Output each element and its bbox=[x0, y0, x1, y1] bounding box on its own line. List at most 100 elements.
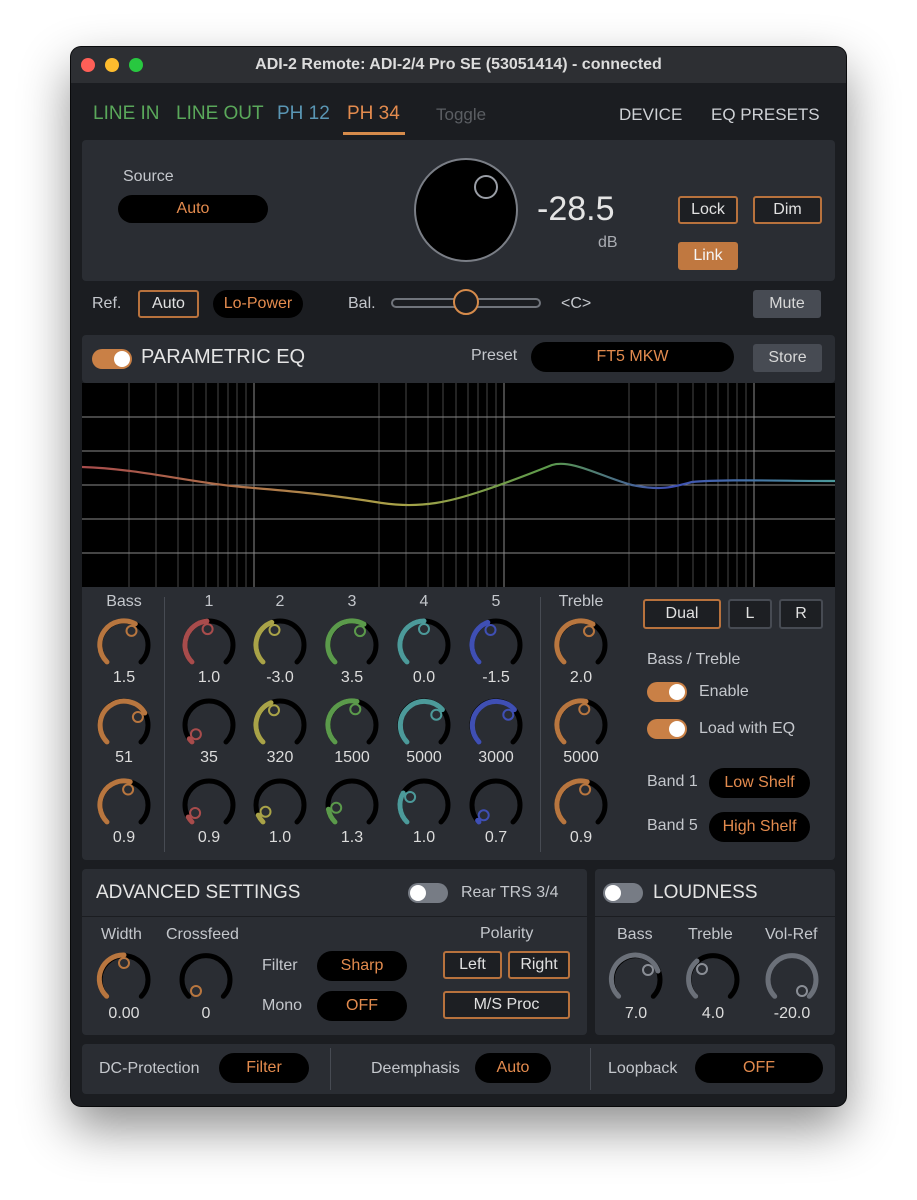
band1-gain-knob[interactable] bbox=[179, 615, 239, 675]
treble-gain-knob[interactable] bbox=[551, 615, 611, 675]
tab-eq-presets[interactable]: EQ PRESETS bbox=[711, 105, 820, 125]
band2-freq-knob[interactable] bbox=[250, 695, 310, 755]
balance-slider-thumb[interactable] bbox=[453, 289, 479, 315]
dim-button[interactable]: Dim bbox=[753, 196, 822, 224]
loudness-treble-knob[interactable] bbox=[683, 949, 743, 1009]
tab-line-in[interactable]: LINE IN bbox=[93, 103, 160, 125]
mute-button[interactable]: Mute bbox=[753, 290, 821, 318]
volume-unit: dB bbox=[598, 234, 618, 251]
rear-trs-label: Rear TRS 3/4 bbox=[461, 884, 559, 901]
bottom-settings-bar: DC-Protection Filter Deemphasis Auto Loo… bbox=[82, 1044, 835, 1094]
band4-q-knob[interactable] bbox=[394, 775, 454, 835]
advanced-divider bbox=[82, 916, 587, 917]
polarity-label: Polarity bbox=[480, 925, 534, 942]
dc-protection-select[interactable]: Filter bbox=[219, 1053, 309, 1083]
dc-protection-label: DC-Protection bbox=[99, 1060, 200, 1077]
loopback-select[interactable]: OFF bbox=[695, 1053, 823, 1083]
crossfeed-knob[interactable] bbox=[176, 949, 236, 1009]
treble-q-knob[interactable] bbox=[551, 775, 611, 835]
bottom-separator-2 bbox=[590, 1048, 591, 1090]
tab-ph34[interactable]: PH 34 bbox=[347, 103, 400, 125]
tab-ph12[interactable]: PH 12 bbox=[277, 103, 330, 125]
enable-label: Enable bbox=[699, 683, 749, 700]
band5-gain-knob[interactable] bbox=[466, 615, 526, 675]
width-label: Width bbox=[101, 926, 142, 943]
window-title: ADI-2 Remote: ADI-2/4 Pro SE (53051414) … bbox=[255, 56, 662, 73]
band5-freq-value: 3000 bbox=[478, 749, 514, 766]
eq-bands-panel: Dual L R Bass / Treble Enable Load with … bbox=[82, 587, 835, 860]
band4-gain-value: 0.0 bbox=[412, 669, 436, 686]
filter-select[interactable]: Sharp bbox=[317, 951, 407, 981]
treble-freq-knob[interactable] bbox=[551, 695, 611, 755]
ms-proc-button[interactable]: M/S Proc bbox=[443, 991, 570, 1019]
band2-q-knob[interactable] bbox=[250, 775, 310, 835]
link-button[interactable]: Link bbox=[678, 242, 738, 270]
ref-label: Ref. bbox=[92, 295, 122, 312]
width-value: 0.00 bbox=[108, 1005, 140, 1022]
band5-q-knob[interactable] bbox=[466, 775, 526, 835]
bass-freq-value: 51 bbox=[115, 749, 133, 766]
ref-auto-button[interactable]: Auto bbox=[138, 290, 199, 318]
load-with-eq-toggle[interactable] bbox=[647, 719, 687, 739]
width-knob[interactable] bbox=[94, 949, 154, 1009]
balance-value: <C> bbox=[561, 295, 592, 312]
loudness-bass-knob[interactable] bbox=[606, 949, 666, 1009]
band5-type-select[interactable]: High Shelf bbox=[709, 812, 810, 842]
lo-power-button[interactable]: Lo-Power bbox=[213, 290, 303, 318]
band1-q-knob[interactable] bbox=[179, 775, 239, 835]
bands-separator-right bbox=[540, 597, 541, 852]
band3-gain-knob[interactable] bbox=[322, 615, 382, 675]
tab-device[interactable]: DEVICE bbox=[619, 105, 682, 125]
right-channel-button[interactable]: R bbox=[779, 599, 823, 629]
mono-select[interactable]: OFF bbox=[317, 991, 407, 1021]
band-header-4: 4 bbox=[419, 593, 429, 610]
rear-trs-toggle[interactable] bbox=[408, 883, 448, 903]
band-header-bass: Bass bbox=[106, 593, 142, 610]
peq-enable-toggle[interactable] bbox=[92, 349, 132, 369]
band4-freq-knob[interactable] bbox=[394, 695, 454, 755]
crossfeed-label: Crossfeed bbox=[166, 926, 239, 943]
bass-freq-knob[interactable] bbox=[94, 695, 154, 755]
dual-button[interactable]: Dual bbox=[643, 599, 721, 629]
loudness-treble-label: Treble bbox=[688, 926, 733, 943]
tab-toggle[interactable]: Toggle bbox=[436, 105, 486, 125]
band3-q-knob[interactable] bbox=[322, 775, 382, 835]
tab-line-out[interactable]: LINE OUT bbox=[176, 103, 264, 125]
volume-value: -28.5 bbox=[537, 190, 615, 228]
loudness-divider bbox=[595, 916, 835, 917]
eq-response-graph bbox=[82, 383, 835, 587]
deemphasis-select[interactable]: Auto bbox=[475, 1053, 551, 1083]
treble-gain-value: 2.0 bbox=[569, 669, 593, 686]
band-header-2: 2 bbox=[275, 593, 285, 610]
balance-slider[interactable] bbox=[391, 289, 541, 315]
volume-knob[interactable] bbox=[413, 157, 519, 263]
band3-freq-knob[interactable] bbox=[322, 695, 382, 755]
band3-gain-value: 3.5 bbox=[340, 669, 364, 686]
band5-freq-knob[interactable] bbox=[466, 695, 526, 755]
bass-gain-value: 1.5 bbox=[112, 669, 136, 686]
band4-gain-knob[interactable] bbox=[394, 615, 454, 675]
bass-treble-enable-toggle[interactable] bbox=[647, 682, 687, 702]
loudness-bass-value: 7.0 bbox=[624, 1005, 648, 1022]
left-channel-button[interactable]: L bbox=[728, 599, 772, 629]
polarity-right-button[interactable]: Right bbox=[508, 951, 570, 979]
vol-ref-value: -20.0 bbox=[773, 1005, 811, 1022]
store-button[interactable]: Store bbox=[753, 344, 822, 372]
lock-button[interactable]: Lock bbox=[678, 196, 738, 224]
band2-gain-knob[interactable] bbox=[250, 615, 310, 675]
bass-gain-knob[interactable] bbox=[94, 615, 154, 675]
band1-freq-knob[interactable] bbox=[179, 695, 239, 755]
app-window: ADI-2 Remote: ADI-2/4 Pro SE (53051414) … bbox=[71, 47, 846, 1106]
source-select[interactable]: Auto bbox=[118, 195, 268, 223]
filter-label: Filter bbox=[262, 957, 298, 974]
band1-type-select[interactable]: Low Shelf bbox=[709, 768, 810, 798]
bass-q-knob[interactable] bbox=[94, 775, 154, 835]
treble-q-value: 0.9 bbox=[569, 829, 593, 846]
bottom-separator-1 bbox=[330, 1048, 331, 1090]
band3-q-value: 1.3 bbox=[340, 829, 364, 846]
loudness-toggle[interactable] bbox=[603, 883, 643, 903]
preset-select[interactable]: FT5 MKW bbox=[531, 342, 734, 372]
vol-ref-knob[interactable] bbox=[762, 949, 822, 1009]
polarity-left-button[interactable]: Left bbox=[443, 951, 502, 979]
bands-separator-left bbox=[164, 597, 165, 852]
